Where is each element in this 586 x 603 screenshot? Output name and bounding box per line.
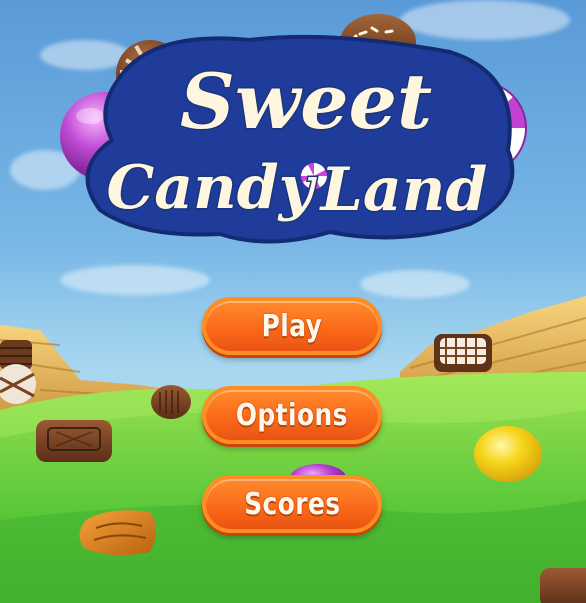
options-label: Options: [235, 397, 349, 433]
scores-label: Scores: [243, 486, 341, 522]
yellow-gumdrop-candy: [474, 426, 542, 482]
scores-button[interactable]: Scores: [202, 475, 382, 533]
game-title-line1: Sweet: [180, 57, 432, 146]
game-title-right: Land: [319, 155, 488, 225]
choco-button-candy: [151, 385, 191, 419]
game-title-left: Candy: [106, 153, 317, 223]
chocolate-bar-candy: [36, 420, 112, 462]
play-label: Play: [261, 308, 323, 344]
game-logo: Sweet Candy Land: [60, 14, 527, 244]
white-waffle-candy: [434, 334, 492, 372]
chocolate-corner-candy: [540, 568, 586, 603]
game-scene: Sweet Candy Land Play Options Scores: [0, 0, 586, 603]
options-button[interactable]: Options: [202, 386, 382, 444]
play-button[interactable]: Play: [202, 297, 382, 355]
